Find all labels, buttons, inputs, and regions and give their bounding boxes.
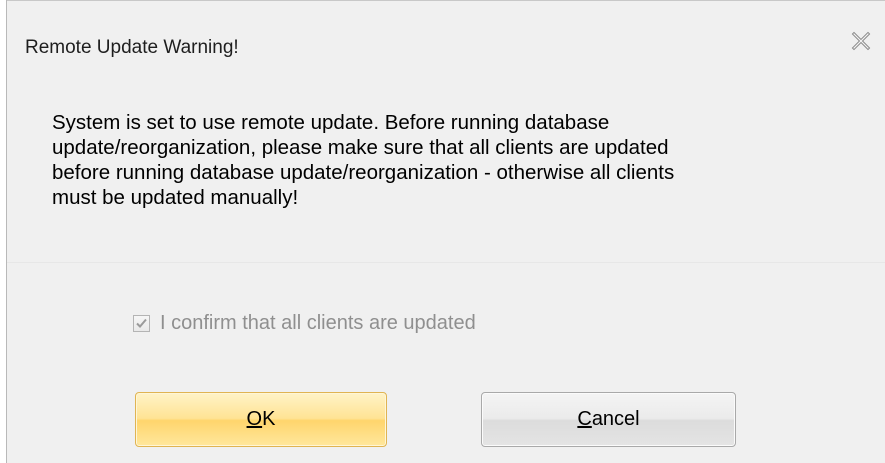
- ok-button[interactable]: OK: [135, 392, 387, 447]
- dialog-title: Remote Update Warning!: [25, 37, 239, 58]
- ok-button-label: K: [262, 408, 276, 430]
- ok-button-mnemonic: O: [246, 408, 263, 430]
- checkmark-icon: [136, 318, 147, 328]
- section-divider: [7, 262, 885, 263]
- remote-update-warning-dialog: Remote Update Warning! System is set to …: [0, 0, 885, 463]
- confirm-checkbox-label: I confirm that all clients are updated: [160, 311, 476, 334]
- confirm-checkbox[interactable]: [133, 314, 150, 332]
- cancel-button[interactable]: Cancel: [481, 392, 736, 447]
- cancel-button-label: ancel: [591, 408, 640, 430]
- confirm-checkbox-row[interactable]: I confirm that all clients are updated: [133, 311, 476, 335]
- close-x-icon[interactable]: [850, 30, 872, 52]
- cancel-button-mnemonic: C: [577, 408, 592, 430]
- warning-message: System is set to use remote update. Befo…: [52, 111, 675, 209]
